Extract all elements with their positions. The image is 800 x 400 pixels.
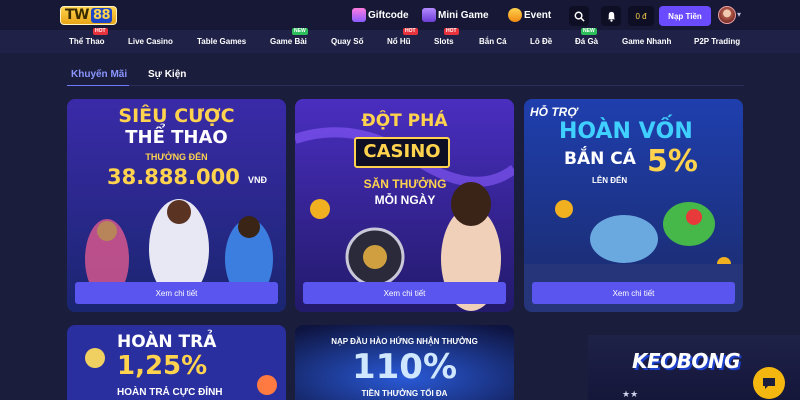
nav-label: Game Nhanh xyxy=(622,37,672,46)
keobong-logo-text: KEOBONG xyxy=(632,349,741,373)
mini-game-label: Mini Game xyxy=(438,9,489,21)
card-percent: 5% xyxy=(647,144,698,179)
logo-number: 88 xyxy=(91,7,113,23)
nav-item-slots[interactable]: HOT Slots xyxy=(434,28,459,46)
nav-item-the-thao[interactable]: HOT Thể Thao xyxy=(69,28,108,46)
deposit-button[interactable]: Nạp Tiền xyxy=(659,6,711,26)
gamepad-icon xyxy=(422,8,436,22)
nav-item-ban-ca[interactable]: Bắn Cá xyxy=(479,37,507,46)
nav-label: Đá Gà xyxy=(575,37,599,46)
top-header: TW 88 Giftcode Mini Game Event 0 đ Nạp T… xyxy=(0,0,800,30)
card-percent: 110% xyxy=(351,347,458,387)
chevron-down-icon[interactable]: ▾ xyxy=(737,10,741,19)
main-nav: HOT Thể Thao Live Casino Table Games NEW… xyxy=(0,28,800,53)
nav-badge: NEW xyxy=(581,28,597,35)
nav-label: Quay Số xyxy=(331,37,364,46)
event-link[interactable]: Event xyxy=(508,7,551,23)
card-title-line1: SIÊU CƯỢC xyxy=(118,105,235,127)
nav-item-game-bai[interactable]: NEW Game Bài xyxy=(270,28,308,46)
bell-icon xyxy=(607,11,615,22)
nav-label: Thể Thao xyxy=(69,37,105,46)
promo-card-rebate[interactable]: HOÀN TRẢ 1,25% HOÀN TRẢ CỰC ĐỈNH xyxy=(67,325,286,400)
nav-label: Game Bài xyxy=(270,37,307,46)
card-subtitle: HOÀN TRẢ CỰC ĐỈNH xyxy=(117,387,223,398)
promo-card-fishing[interactable]: HỖ TRỢ HOÀN VỐN BẮN CÁ 5% LÊN ĐẾN Xem ch… xyxy=(524,99,743,312)
nav-item-quay-so[interactable]: Quay Số xyxy=(331,37,363,46)
card-title-line2: CASINO xyxy=(363,141,441,162)
nav-label: Bắn Cá xyxy=(479,37,507,46)
nav-badge: NEW xyxy=(292,28,308,35)
event-icon xyxy=(508,8,522,22)
tab-divider xyxy=(67,85,744,86)
card-subtitle: TIỀN THƯỞNG TỐI ĐA xyxy=(361,389,448,398)
star-icons: ★★ xyxy=(622,389,639,399)
nav-item-p2p-trading[interactable]: P2P Trading xyxy=(694,37,740,46)
card-title-line3: BẮN CÁ xyxy=(564,149,636,169)
card-title-line2: HOÀN VỐN xyxy=(559,119,693,144)
card-title-line1: HOÀN TRẢ xyxy=(117,332,217,352)
card-title-line2: THỂ THAO xyxy=(125,127,228,148)
event-label: Event xyxy=(524,9,552,21)
logo-box: TW 88 xyxy=(60,5,118,25)
nav-item-game-nhanh[interactable]: Game Nhanh xyxy=(622,37,671,46)
card-subtitle-2: MỖI NGÀY xyxy=(374,193,436,207)
nav-item-no-hu[interactable]: HOT Nổ Hũ xyxy=(387,28,418,46)
site-logo[interactable]: TW 88 xyxy=(60,5,132,25)
promo-card-sports[interactable]: SIÊU CƯỢC THỂ THAO THƯỞNG ĐẾN 38.888.000… xyxy=(67,99,286,312)
notification-button[interactable] xyxy=(601,6,621,26)
nav-label: P2P Trading xyxy=(694,37,741,46)
mini-game-link[interactable]: Mini Game xyxy=(422,7,489,23)
nav-badge: HOT xyxy=(444,28,459,35)
search-icon xyxy=(574,11,585,22)
chat-icon xyxy=(763,378,775,389)
active-tab-indicator xyxy=(67,85,129,86)
nav-badge: HOT xyxy=(93,28,108,35)
card-subtitle: SĂN THƯỞNG xyxy=(363,177,447,191)
card-percent: 1,25% xyxy=(117,351,208,381)
promo-card-first-deposit[interactable]: NẠP ĐẦU HÀO HỨNG NHẬN THƯỞNG 110% TIỀN T… xyxy=(295,325,514,400)
balance-display: 0 đ xyxy=(628,6,654,26)
tab-su-kien[interactable]: Sự Kiện xyxy=(148,69,186,80)
card-currency: VNĐ xyxy=(248,175,268,185)
card-title-line1: NẠP ĐẦU HÀO HỨNG NHẬN THƯỞNG xyxy=(331,337,478,346)
tab-khuyen-mai[interactable]: Khuyến Mãi xyxy=(71,69,127,80)
nav-item-da-ga[interactable]: NEW Đá Gà xyxy=(575,28,599,46)
promo-card-casino[interactable]: ĐỘT PHÁ CASINO SĂN THƯỞNG MỖI NGÀY Xem c… xyxy=(295,99,514,312)
view-details-button[interactable]: Xem chi tiết xyxy=(532,282,735,304)
nav-label: Live Casino xyxy=(128,37,173,46)
live-chat-button[interactable] xyxy=(753,367,785,399)
card-title-line1: HỖ TRỢ xyxy=(530,105,578,119)
nav-badge: HOT xyxy=(403,28,418,35)
view-details-button[interactable]: Xem chi tiết xyxy=(303,282,506,304)
card-amount: 38.888.000 xyxy=(107,165,240,189)
giftcode-link[interactable]: Giftcode xyxy=(352,7,409,23)
avatar[interactable] xyxy=(718,6,736,24)
nav-label: Slots xyxy=(434,37,454,46)
nav-item-table-games[interactable]: Table Games xyxy=(197,37,246,46)
nav-label: Lô Đề xyxy=(530,37,553,46)
nav-label: Table Games xyxy=(197,37,247,46)
nav-item-live-casino[interactable]: Live Casino xyxy=(128,37,173,46)
card-subtitle: LÊN ĐẾN xyxy=(592,176,628,185)
search-button[interactable] xyxy=(569,6,589,26)
nav-label: Nổ Hũ xyxy=(387,37,411,46)
gift-icon xyxy=(352,8,366,22)
card-title-line1: ĐỘT PHÁ xyxy=(361,111,448,131)
logo-text: TW xyxy=(65,7,90,23)
card-subtitle: THƯỞNG ĐẾN xyxy=(145,152,208,162)
nav-item-lo-de[interactable]: Lô Đề xyxy=(530,37,552,46)
giftcode-label: Giftcode xyxy=(368,9,409,21)
view-details-button[interactable]: Xem chi tiết xyxy=(75,282,278,304)
